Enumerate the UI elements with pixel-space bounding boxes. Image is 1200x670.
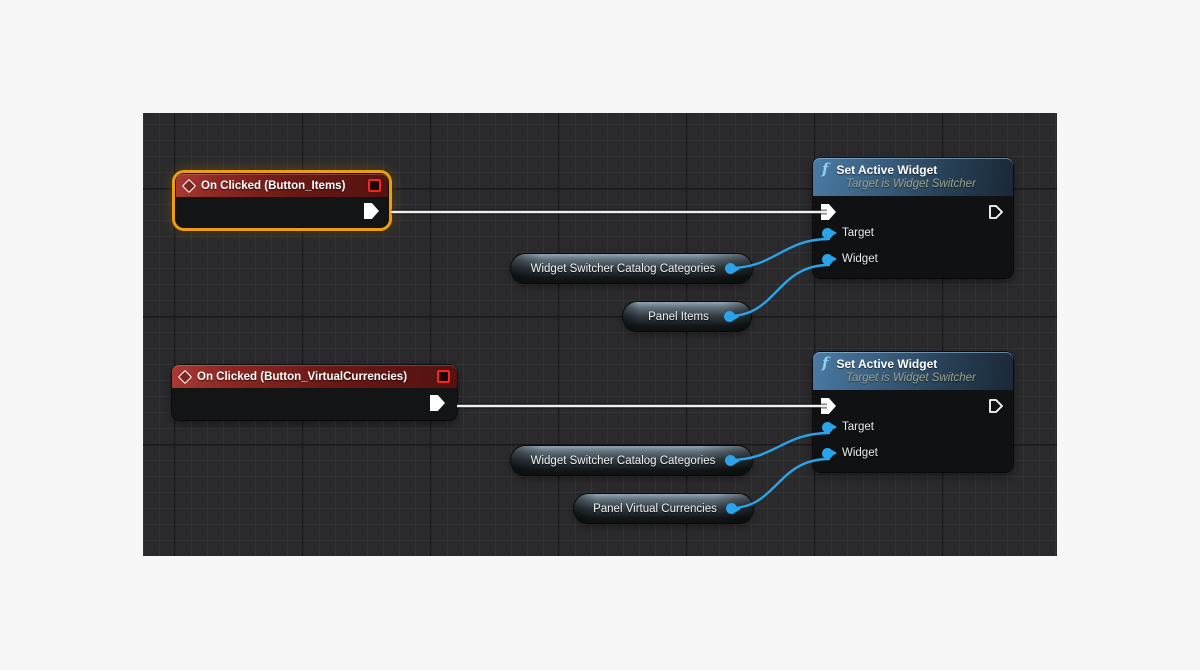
output-pin-icon[interactable] (725, 263, 736, 274)
event-icon (182, 178, 196, 192)
delegate-pin-icon[interactable] (437, 370, 450, 383)
function-node-title-bar[interactable]: f Set Active Widget Target is Widget Swi… (813, 158, 1013, 196)
pin-row-widget[interactable]: Widget (822, 446, 878, 460)
event-node-body (172, 388, 457, 420)
event-node-title-bar[interactable]: On Clicked (Button_VirtualCurrencies) (172, 365, 457, 388)
node-var-panel-items[interactable]: Panel Items (623, 302, 751, 331)
event-node-title: On Clicked (Button_VirtualCurrencies) (197, 371, 407, 383)
variable-node-label: Widget Switcher Catalog Categories (531, 455, 716, 467)
node-event-onclicked-button-items[interactable]: On Clicked (Button_Items) (176, 174, 388, 227)
function-node-title: Set Active Widget (836, 163, 937, 177)
function-icon: f (822, 162, 828, 176)
target-pin-icon[interactable] (822, 422, 833, 433)
pin-label: Widget (842, 253, 878, 265)
event-node-body (176, 197, 388, 227)
node-event-onclicked-button-virtualcurrencies[interactable]: On Clicked (Button_VirtualCurrencies) (172, 365, 457, 420)
node-var-widget-switcher-catalog-categories-1[interactable]: Widget Switcher Catalog Categories (511, 254, 752, 283)
pin-label: Widget (842, 447, 878, 459)
function-node-body: Target Widget (813, 196, 1013, 278)
event-node-title: On Clicked (Button_Items) (201, 180, 345, 192)
pin-row-target[interactable]: Target (822, 226, 874, 240)
variable-node-label: Panel Items (648, 311, 709, 323)
pin-label: Target (842, 421, 874, 433)
exec-in-pin-icon[interactable] (821, 398, 836, 414)
function-node-title-bar[interactable]: f Set Active Widget Target is Widget Swi… (813, 352, 1013, 390)
function-node-body: Target Widget (813, 390, 1013, 472)
exec-out-pin-icon[interactable] (988, 204, 1004, 220)
pin-label: Target (842, 227, 874, 239)
event-icon (178, 369, 192, 383)
pin-row-widget[interactable]: Widget (822, 252, 878, 266)
node-set-active-widget-1[interactable]: f Set Active Widget Target is Widget Swi… (813, 158, 1013, 278)
exec-out-pin-icon[interactable] (430, 395, 445, 411)
blueprint-graph-canvas[interactable]: On Clicked (Button_Items) On Clicked (Bu… (143, 113, 1057, 556)
function-node-subtitle: Target is Widget Switcher (846, 372, 1005, 384)
target-pin-icon[interactable] (822, 228, 833, 239)
variable-node-label: Widget Switcher Catalog Categories (531, 263, 716, 275)
function-icon: f (822, 356, 828, 370)
widget-pin-icon[interactable] (822, 448, 833, 459)
node-var-widget-switcher-catalog-categories-2[interactable]: Widget Switcher Catalog Categories (511, 446, 752, 475)
function-node-subtitle: Target is Widget Switcher (846, 178, 1005, 190)
exec-out-pin-icon[interactable] (364, 203, 379, 219)
delegate-pin-icon[interactable] (368, 179, 381, 192)
exec-out-pin-icon[interactable] (988, 398, 1004, 414)
output-pin-icon[interactable] (725, 455, 736, 466)
function-node-title: Set Active Widget (836, 357, 937, 371)
pin-row-target[interactable]: Target (822, 420, 874, 434)
exec-in-pin-icon[interactable] (821, 204, 836, 220)
node-set-active-widget-2[interactable]: f Set Active Widget Target is Widget Swi… (813, 352, 1013, 472)
node-var-panel-virtual-currencies[interactable]: Panel Virtual Currencies (574, 494, 753, 523)
output-pin-icon[interactable] (726, 503, 737, 514)
event-node-title-bar[interactable]: On Clicked (Button_Items) (176, 174, 388, 197)
variable-node-label: Panel Virtual Currencies (593, 503, 717, 515)
output-pin-icon[interactable] (724, 311, 735, 322)
widget-pin-icon[interactable] (822, 254, 833, 265)
